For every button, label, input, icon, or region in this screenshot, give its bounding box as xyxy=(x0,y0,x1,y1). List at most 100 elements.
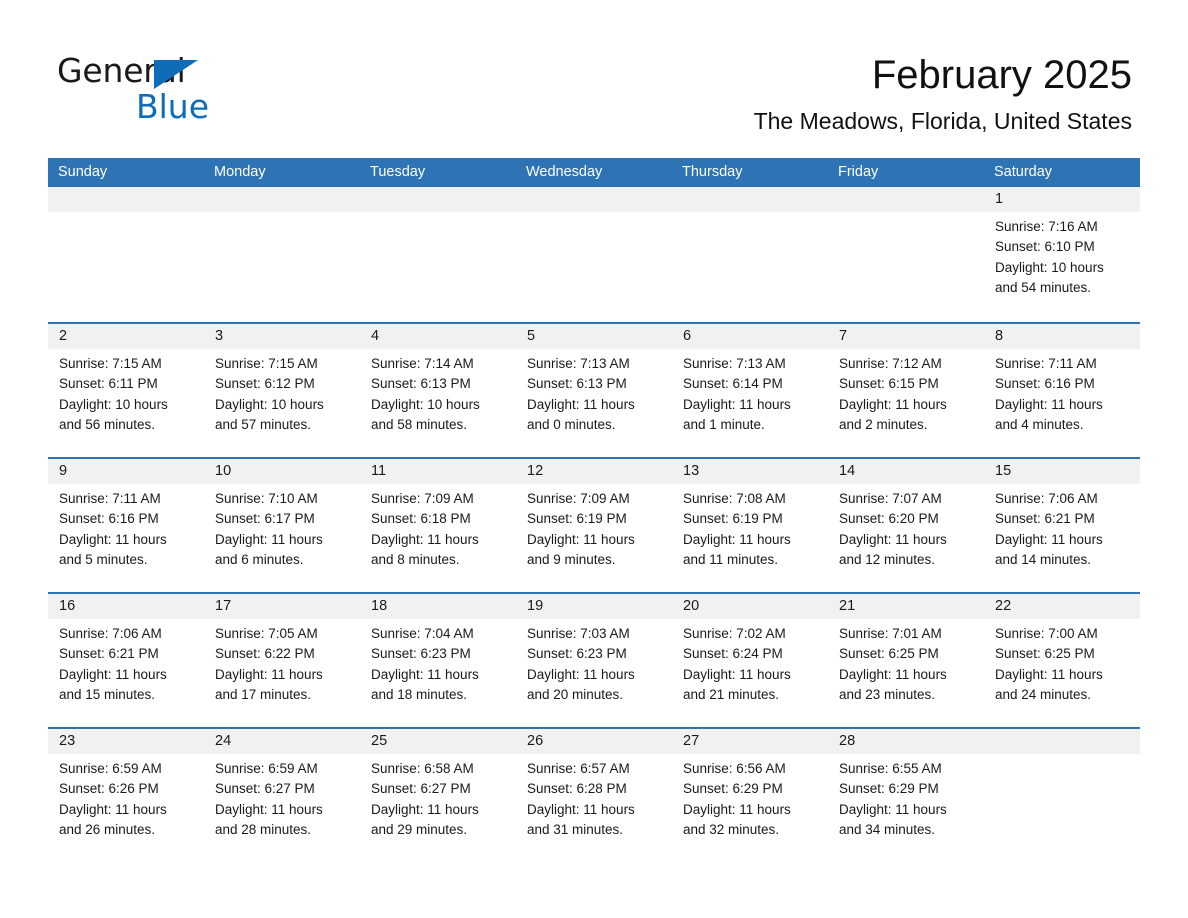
weekday-header-tuesday: Tuesday xyxy=(370,164,426,180)
day-number[interactable]: 1 xyxy=(984,187,1140,212)
day-number[interactable]: 22 xyxy=(984,594,1140,619)
day-cell[interactable]: Sunrise: 7:06 AM Sunset: 6:21 PM Dayligh… xyxy=(984,484,1140,592)
generalblue-logo[interactable]: General Blue xyxy=(57,52,327,132)
day-number[interactable]: 18 xyxy=(360,594,516,619)
day-cell[interactable] xyxy=(828,212,984,322)
day-number[interactable] xyxy=(828,187,984,212)
week-row: 1 Sunrise: 7:16 AM Sunset: 6:10 PM Dayli… xyxy=(48,187,1140,322)
sunset-text: Sunset: 6:18 PM xyxy=(371,511,471,527)
daylight-text-line2: and 34 minutes. xyxy=(839,821,936,837)
day-number[interactable]: 25 xyxy=(360,729,516,754)
day-cell[interactable]: Sunrise: 7:02 AM Sunset: 6:24 PM Dayligh… xyxy=(672,619,828,727)
day-number[interactable]: 3 xyxy=(204,324,360,349)
daylight-text-line1: Daylight: 11 hours xyxy=(59,531,167,547)
sunset-text: Sunset: 6:26 PM xyxy=(59,781,159,797)
sunset-text: Sunset: 6:29 PM xyxy=(683,781,783,797)
day-number[interactable] xyxy=(672,187,828,212)
day-cell[interactable]: Sunrise: 7:08 AM Sunset: 6:19 PM Dayligh… xyxy=(672,484,828,592)
day-cell[interactable]: Sunrise: 7:06 AM Sunset: 6:21 PM Dayligh… xyxy=(48,619,204,727)
weekday-header-wednesday: Wednesday xyxy=(526,164,603,180)
day-number[interactable]: 19 xyxy=(516,594,672,619)
day-cell[interactable]: Sunrise: 7:09 AM Sunset: 6:19 PM Dayligh… xyxy=(516,484,672,592)
day-number[interactable] xyxy=(516,187,672,212)
day-number[interactable] xyxy=(204,187,360,212)
day-number[interactable]: 11 xyxy=(360,459,516,484)
day-number[interactable]: 20 xyxy=(672,594,828,619)
day-number[interactable]: 16 xyxy=(48,594,204,619)
day-cell[interactable] xyxy=(360,212,516,322)
day-cell[interactable]: Sunrise: 7:15 AM Sunset: 6:11 PM Dayligh… xyxy=(48,349,204,457)
day-number[interactable]: 27 xyxy=(672,729,828,754)
day-number[interactable]: 10 xyxy=(204,459,360,484)
day-number[interactable]: 5 xyxy=(516,324,672,349)
day-number[interactable]: 12 xyxy=(516,459,672,484)
day-number[interactable]: 23 xyxy=(48,729,204,754)
day-number[interactable]: 2 xyxy=(48,324,204,349)
day-cell[interactable]: Sunrise: 7:16 AM Sunset: 6:10 PM Dayligh… xyxy=(984,212,1140,322)
day-cell[interactable]: Sunrise: 7:07 AM Sunset: 6:20 PM Dayligh… xyxy=(828,484,984,592)
day-cell[interactable]: Sunrise: 7:14 AM Sunset: 6:13 PM Dayligh… xyxy=(360,349,516,457)
week-day-number-band: 9 10 11 12 13 14 15 xyxy=(48,459,1140,484)
week-day-number-band: 16 17 18 19 20 21 22 xyxy=(48,594,1140,619)
daylight-text-line2: and 31 minutes. xyxy=(527,821,624,837)
day-cell[interactable]: Sunrise: 7:09 AM Sunset: 6:18 PM Dayligh… xyxy=(360,484,516,592)
sunrise-text: Sunrise: 7:06 AM xyxy=(995,491,1098,506)
day-cell[interactable]: Sunrise: 7:04 AM Sunset: 6:23 PM Dayligh… xyxy=(360,619,516,727)
day-number[interactable] xyxy=(48,187,204,212)
day-number[interactable]: 14 xyxy=(828,459,984,484)
day-number[interactable]: 28 xyxy=(828,729,984,754)
day-number[interactable] xyxy=(984,729,1140,754)
daylight-text-line2: and 8 minutes. xyxy=(371,551,460,567)
day-number[interactable]: 7 xyxy=(828,324,984,349)
day-number[interactable] xyxy=(360,187,516,212)
calendar-page: General Blue February 2025 The Meadows, … xyxy=(0,0,1188,918)
daylight-text-line2: and 5 minutes. xyxy=(59,551,148,567)
day-number[interactable]: 15 xyxy=(984,459,1140,484)
day-cell[interactable]: Sunrise: 7:03 AM Sunset: 6:23 PM Dayligh… xyxy=(516,619,672,727)
sunset-text: Sunset: 6:10 PM xyxy=(995,239,1095,255)
day-cell[interactable] xyxy=(984,754,1140,862)
day-number[interactable]: 13 xyxy=(672,459,828,484)
day-number[interactable]: 6 xyxy=(672,324,828,349)
day-cell[interactable]: Sunrise: 7:00 AM Sunset: 6:25 PM Dayligh… xyxy=(984,619,1140,727)
sunrise-text: Sunrise: 7:11 AM xyxy=(995,356,1097,371)
sunrise-text: Sunrise: 6:57 AM xyxy=(527,761,630,776)
day-cell[interactable]: Sunrise: 7:10 AM Sunset: 6:17 PM Dayligh… xyxy=(204,484,360,592)
sunset-text: Sunset: 6:16 PM xyxy=(59,511,159,527)
day-number[interactable]: 17 xyxy=(204,594,360,619)
daylight-text-line1: Daylight: 11 hours xyxy=(215,531,323,547)
day-number[interactable]: 24 xyxy=(204,729,360,754)
sunset-text: Sunset: 6:28 PM xyxy=(527,781,627,797)
day-number[interactable]: 8 xyxy=(984,324,1140,349)
day-number[interactable]: 9 xyxy=(48,459,204,484)
day-cell[interactable]: Sunrise: 7:11 AM Sunset: 6:16 PM Dayligh… xyxy=(984,349,1140,457)
day-cell[interactable] xyxy=(204,212,360,322)
day-cell[interactable]: Sunrise: 6:58 AM Sunset: 6:27 PM Dayligh… xyxy=(360,754,516,862)
page-subtitle: The Meadows, Florida, United States xyxy=(753,108,1132,134)
day-number[interactable]: 21 xyxy=(828,594,984,619)
day-cell[interactable]: Sunrise: 6:56 AM Sunset: 6:29 PM Dayligh… xyxy=(672,754,828,862)
sunrise-text: Sunrise: 6:59 AM xyxy=(215,761,318,776)
day-cell[interactable]: Sunrise: 6:59 AM Sunset: 6:26 PM Dayligh… xyxy=(48,754,204,862)
day-cell[interactable]: Sunrise: 6:55 AM Sunset: 6:29 PM Dayligh… xyxy=(828,754,984,862)
day-cell[interactable]: Sunrise: 7:01 AM Sunset: 6:25 PM Dayligh… xyxy=(828,619,984,727)
day-cell[interactable]: Sunrise: 7:05 AM Sunset: 6:22 PM Dayligh… xyxy=(204,619,360,727)
day-cell[interactable]: Sunrise: 7:13 AM Sunset: 6:14 PM Dayligh… xyxy=(672,349,828,457)
day-number[interactable]: 26 xyxy=(516,729,672,754)
daylight-text-line1: Daylight: 11 hours xyxy=(839,396,947,412)
day-cell[interactable] xyxy=(516,212,672,322)
day-cell[interactable]: Sunrise: 7:13 AM Sunset: 6:13 PM Dayligh… xyxy=(516,349,672,457)
day-cell[interactable] xyxy=(48,212,204,322)
day-cell[interactable]: Sunrise: 6:57 AM Sunset: 6:28 PM Dayligh… xyxy=(516,754,672,862)
day-number[interactable]: 4 xyxy=(360,324,516,349)
sunrise-text: Sunrise: 7:12 AM xyxy=(839,356,942,371)
daylight-text-line1: Daylight: 11 hours xyxy=(839,801,947,817)
day-cell[interactable]: Sunrise: 7:12 AM Sunset: 6:15 PM Dayligh… xyxy=(828,349,984,457)
day-cell[interactable]: Sunrise: 7:15 AM Sunset: 6:12 PM Dayligh… xyxy=(204,349,360,457)
day-cell[interactable]: Sunrise: 6:59 AM Sunset: 6:27 PM Dayligh… xyxy=(204,754,360,862)
day-cell[interactable] xyxy=(672,212,828,322)
week-day-number-band: 23 24 25 26 27 28 xyxy=(48,729,1140,754)
day-cell[interactable]: Sunrise: 7:11 AM Sunset: 6:16 PM Dayligh… xyxy=(48,484,204,592)
daylight-text-line2: and 11 minutes. xyxy=(683,551,779,567)
sunset-text: Sunset: 6:23 PM xyxy=(527,646,627,662)
